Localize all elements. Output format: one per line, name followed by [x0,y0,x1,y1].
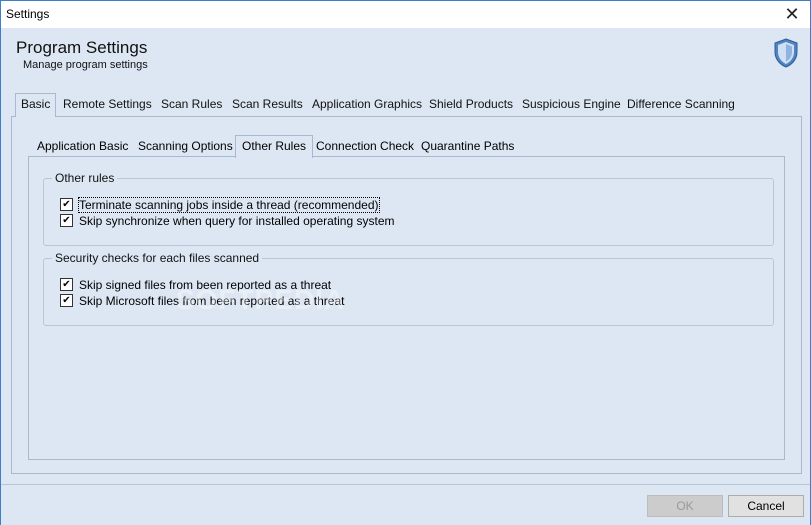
other-rules-group: Other rules Terminate scanning jobs insi… [43,171,774,246]
title-bar: Settings ✕ [1,1,810,28]
header: Program Settings Manage program settings [1,28,810,88]
tab-shield-products[interactable]: Shield Products [424,94,518,115]
tab-other-rules[interactable]: Other Rules [235,135,314,158]
cancel-button[interactable]: Cancel [728,495,804,517]
dialog-footer: OK Cancel [1,484,810,525]
tab-connection-check[interactable]: Connection Check [310,136,420,157]
tab-application-basic[interactable]: Application Basic [31,136,134,157]
ok-button[interactable]: OK [647,495,723,517]
security-checks-group: Security checks for each files scanned S… [43,251,774,326]
window-title: Settings [6,7,50,21]
tab-basic[interactable]: Basic [15,93,57,117]
tab-quarantine-paths[interactable]: Quarantine Paths [415,136,520,157]
checkbox[interactable] [60,278,73,291]
page-subtitle: Manage program settings [23,59,148,71]
tab-scan-results[interactable]: Scan Results [227,94,308,115]
checkbox-terminate-scanning-jobs[interactable]: Terminate scanning jobs inside a thread … [60,196,380,213]
watermark: SOFTPEDIA [176,284,346,315]
page-title: Program Settings [16,38,148,57]
group-legend: Security checks for each files scanned [52,251,263,265]
checkbox-skip-synchronize[interactable]: Skip synchronize when query for installe… [60,213,395,228]
tab-application-graphics[interactable]: Application Graphics [307,94,427,115]
checkbox-label: Skip synchronize when query for installe… [79,213,395,228]
checkbox[interactable] [60,294,73,307]
tab-scan-rules[interactable]: Scan Rules [156,94,227,115]
checkbox-label: Terminate scanning jobs inside a thread … [78,196,380,213]
tab-scanning-options[interactable]: Scanning Options [132,136,239,157]
close-icon[interactable]: ✕ [774,1,810,28]
tab-remote-settings[interactable]: Remote Settings [58,94,157,115]
checkbox[interactable] [60,214,73,227]
shield-icon [774,38,798,68]
tab-suspicious-engine[interactable]: Suspicious Engine [517,94,626,115]
tab-difference-scanning[interactable]: Difference Scanning [622,94,740,115]
settings-window: Settings ✕ Program Settings Manage progr… [0,0,811,525]
group-legend: Other rules [52,171,118,185]
checkbox[interactable] [60,198,73,211]
